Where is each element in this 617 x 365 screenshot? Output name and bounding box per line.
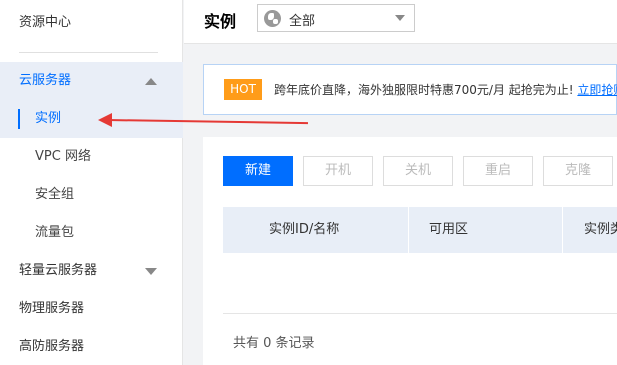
sidebar-item-label: 安全组 [35, 187, 75, 202]
instance-panel: 新建 开机 关机 重启 克隆 实例ID/名称 可用区 实例类型 共有 0 条记录 [203, 137, 617, 365]
globe-icon [264, 10, 281, 27]
table-header: 实例ID/名称 可用区 实例类型 [223, 207, 617, 253]
page-title: 实例 [204, 12, 237, 31]
sidebar-item-security-group[interactable]: 安全组 [0, 176, 183, 214]
sidebar-item-label: 云服务器 [19, 73, 72, 88]
promo-text: 跨年底价直降，海外独服限时特惠700元/月 起抢完为止! 立即抢购 [274, 81, 617, 98]
region-select[interactable]: 全部 [257, 4, 415, 32]
column-header-instance-id[interactable]: 实例ID/名称 [269, 207, 339, 253]
column-header-zone[interactable]: 可用区 [429, 207, 468, 253]
sidebar-item-label: 物理服务器 [19, 301, 85, 316]
sidebar-item-physical-server[interactable]: 物理服务器 [0, 290, 183, 328]
chevron-up-icon [145, 78, 157, 85]
page-header: 实例 全部 [184, 0, 617, 44]
sidebar-group-lightweight-server[interactable]: 轻量云服务器 [0, 252, 183, 290]
shutdown-button[interactable]: 关机 [383, 156, 453, 186]
active-indicator [18, 109, 20, 129]
chevron-down-icon [395, 15, 405, 21]
sidebar-group-cloud-server[interactable]: 云服务器 [0, 62, 183, 100]
sidebar-item-label: 高防服务器 [19, 339, 85, 354]
promo-message: 跨年底价直降，海外独服限时特惠700元/月 起抢完为止! [274, 83, 578, 97]
annotation-arrow-head [98, 113, 112, 127]
sidebar-item-traffic-package[interactable]: 流量包 [0, 214, 183, 252]
promo-link[interactable]: 立即抢购 [577, 83, 617, 97]
column-divider [562, 207, 563, 253]
sidebar-item-vpc[interactable]: VPC 网络 [0, 138, 183, 176]
record-count: 共有 0 条记录 [233, 336, 315, 351]
sidebar-item-resource-center[interactable]: 资源中心 [0, 0, 182, 45]
sidebar-item-label: 实例 [35, 111, 62, 126]
chevron-down-icon [145, 268, 157, 275]
sidebar-item-label: 流量包 [35, 225, 75, 240]
sidebar-nav: 云服务器 实例 VPC 网络 安全组 流量包 轻量云服务器 物理服务器 高防服务… [0, 62, 183, 365]
sidebar-divider [19, 52, 158, 53]
restart-button[interactable]: 重启 [463, 156, 533, 186]
clone-button[interactable]: 克隆 [543, 156, 613, 186]
sidebar-item-ddos-server[interactable]: 高防服务器 [0, 328, 183, 365]
column-divider [408, 207, 409, 253]
table-body [223, 253, 617, 314]
region-select-value: 全部 [289, 14, 316, 29]
start-button[interactable]: 开机 [303, 156, 373, 186]
sidebar-item-label: VPC 网络 [35, 149, 91, 164]
sidebar-item-label: 轻量云服务器 [19, 263, 98, 278]
promo-notice: HOT 跨年底价直降，海外独服限时特惠700元/月 起抢完为止! 立即抢购 [203, 64, 617, 115]
hot-badge: HOT [224, 79, 262, 100]
column-header-instance-type[interactable]: 实例类型 [584, 207, 617, 253]
create-button[interactable]: 新建 [223, 156, 293, 186]
app-root: 资源中心 云服务器 实例 VPC 网络 安全组 流量包 轻量云服务器 物理服务器… [0, 0, 617, 365]
sidebar: 资源中心 云服务器 实例 VPC 网络 安全组 流量包 轻量云服务器 物理服务器… [0, 0, 183, 365]
